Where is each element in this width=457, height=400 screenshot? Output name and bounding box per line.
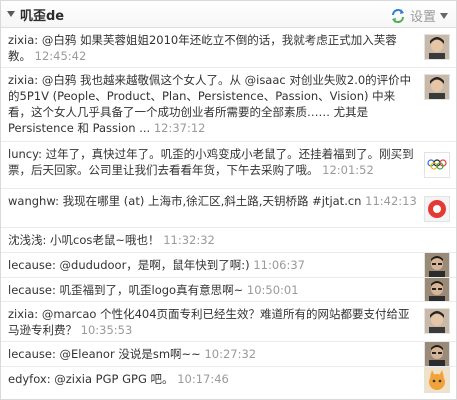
item-user[interactable]: edyfox xyxy=(8,372,47,386)
item-time[interactable]: 10:50:01 xyxy=(247,283,299,297)
item-text: 小叽cos老鼠~哦也！ xyxy=(50,233,160,247)
item-user[interactable]: lecause xyxy=(8,283,52,297)
item-user[interactable]: zixia xyxy=(8,33,34,47)
item-user[interactable]: zixia xyxy=(8,307,34,321)
settings-link[interactable]: 设置 xyxy=(410,6,436,25)
item-text: 叽歪福到了，叽歪logo真有意思啊~ xyxy=(59,283,244,297)
item-user[interactable]: luncy xyxy=(8,147,38,161)
list-item: lecause: @Eleanor 没说是sm啊~~ 10:27:32 xyxy=(1,342,456,367)
item-time[interactable]: 12:45:42 xyxy=(35,49,87,63)
item-text: @zixia PGP GPG 吧。 xyxy=(54,372,174,386)
item-user[interactable]: zixia xyxy=(8,73,34,87)
avatar-person-dark-hair[interactable] xyxy=(424,34,450,60)
item-text: @白鸦 我也越来越敬佩这个女人了。从 @isaac 对创业失败2.0的评价中的5… xyxy=(8,73,412,135)
item-text: 我现在哪里 (at) 上海市,徐汇区,斜土路,天钥桥路 #jtjat.cn xyxy=(62,194,362,208)
refresh-icon[interactable] xyxy=(390,8,406,24)
item-time[interactable]: 12:01:52 xyxy=(322,163,374,177)
list-item: zixia: @marcao 个性化404页面专利已经生效？难道所有的网站都要支… xyxy=(1,302,456,342)
list-item: 沈浅浅: 小叽cos老鼠~哦也！ 11:32:32 xyxy=(1,228,456,253)
item-time[interactable]: 11:06:37 xyxy=(253,258,305,272)
item-time[interactable]: 11:32:32 xyxy=(163,233,215,247)
avatar-person-glasses[interactable] xyxy=(424,342,450,366)
widget-header: 叽歪de 设置 xyxy=(1,1,456,28)
item-time[interactable]: 10:35:53 xyxy=(81,323,133,337)
avatar-person-glasses[interactable] xyxy=(424,278,450,301)
item-user[interactable]: lecause xyxy=(8,347,52,361)
item-text: @dudud​oor，是啊，鼠年快到了啊:) xyxy=(59,258,250,272)
list-item: lecause: @dudud​oor，是啊，鼠年快到了啊:) 11:06:37 xyxy=(1,253,456,278)
list-item: luncy: 过年了，真快过年了。叽歪的小鸡变成小老鼠了。还挂着福到了。刚买到票… xyxy=(1,142,456,189)
item-time[interactable]: 10:17:46 xyxy=(177,372,229,386)
list-item: zixia: @白鸦 如果芙蓉姐姐2010年还屹立不倒的话，我就考虑正式加入芙蓉… xyxy=(1,28,456,68)
item-time[interactable]: 10:27:32 xyxy=(204,347,256,361)
avatar-person-glasses[interactable] xyxy=(424,253,450,277)
item-user[interactable]: lecause xyxy=(8,258,52,272)
settings-dropdown-icon[interactable] xyxy=(440,12,448,19)
jiwai-widget: 叽歪de 设置 zixia: @白鸦 如果芙蓉姐姐2010年还屹立不倒的话，我就… xyxy=(0,0,457,400)
avatar-person-dark-hair[interactable] xyxy=(424,74,450,100)
avatar-orange-cat[interactable] xyxy=(424,367,450,393)
item-time[interactable]: 12:37:12 xyxy=(154,121,206,135)
list-item: wanghw: 我现在哪里 (at) 上海市,徐汇区,斜土路,天钥桥路 #jtj… xyxy=(1,189,456,228)
header-actions: 设置 xyxy=(390,6,448,25)
item-time[interactable]: 11:42:13 xyxy=(365,194,417,208)
item-text: @Eleanor 没说是sm啊~~ xyxy=(59,347,201,361)
item-user[interactable]: wanghw xyxy=(8,194,55,208)
avatar-red-circle[interactable] xyxy=(424,196,450,222)
avatar-person-dark-hair[interactable] xyxy=(424,308,450,334)
collapse-arrow-icon[interactable] xyxy=(7,11,15,17)
status-feed: zixia: @白鸦 如果芙蓉姐姐2010年还屹立不倒的话，我就考虑正式加入芙蓉… xyxy=(1,28,456,398)
item-user[interactable]: 沈浅浅 xyxy=(8,233,43,247)
widget-title: 叽歪de xyxy=(20,8,65,24)
list-item: zixia: @白鸦 我也越来越敬佩这个女人了。从 @isaac 对创业失败2.… xyxy=(1,68,456,142)
item-text: @marcao 个性化404页面专利已经生效？难道所有的网站都要支付给亚马逊专利… xyxy=(8,307,410,337)
list-item: lecause: 叽歪福到了，叽歪logo真有意思啊~ 10:50:01 xyxy=(1,278,456,302)
list-item: edyfox: @zixia PGP GPG 吧。 10:17:46 xyxy=(1,367,456,398)
avatar-olympic-rings[interactable] xyxy=(424,152,450,178)
